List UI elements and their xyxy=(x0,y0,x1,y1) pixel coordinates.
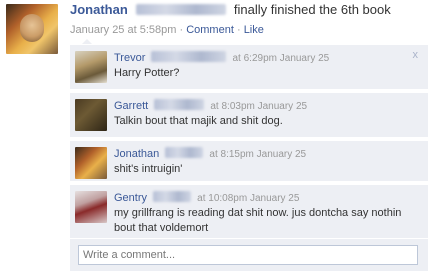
like-link[interactable]: Like xyxy=(244,24,264,36)
redacted-surname xyxy=(151,51,227,62)
post-author-avatar[interactable] xyxy=(6,4,58,54)
post-timestamp: January 25 at 5:58pm xyxy=(70,24,177,36)
meta-separator: · xyxy=(236,24,241,36)
remove-comment-icon[interactable]: x xyxy=(413,49,419,61)
comment-text: Talkin bout that majik and shit dog. xyxy=(114,115,283,127)
comment-item: Garrett at 8:03pm January 25 Talkin bout… xyxy=(70,92,428,137)
write-comment-input[interactable]: Write a comment... xyxy=(78,245,418,265)
commenter-avatar[interactable] xyxy=(75,51,107,83)
commenter-name[interactable]: Gentry xyxy=(114,192,147,204)
comment-timestamp: at 6:29pm January 25 xyxy=(232,53,330,64)
comment-item: Gentry at 10:08pm January 25 my grillfra… xyxy=(70,184,428,239)
comment-text: Harry Potter? xyxy=(114,67,180,79)
comment-timestamp: at 8:15pm January 25 xyxy=(209,149,307,160)
post-meta: January 25 at 5:58pm · Comment · Like xyxy=(70,24,264,36)
commenter-name[interactable]: Jonathan xyxy=(114,148,159,160)
comment-text: my grillfrang is reading dat shit now. j… xyxy=(114,207,402,234)
comment-text: shit's intruigin' xyxy=(114,163,183,175)
commenter-avatar[interactable] xyxy=(75,99,107,131)
comment-timestamp: at 10:08pm January 25 xyxy=(197,193,300,204)
redacted-surname xyxy=(153,191,192,202)
comment-item: Trevor at 6:29pm January 25 Harry Potter… xyxy=(70,44,428,89)
comment-composer-row: Write a comment... xyxy=(70,238,428,271)
comment-timestamp: at 8:03pm January 25 xyxy=(210,101,308,112)
comment-item: Jonathan at 8:15pm January 25 shit's int… xyxy=(70,140,428,181)
post-text: finally finished the 6th book xyxy=(233,2,391,17)
meta-separator: · xyxy=(179,24,184,36)
redacted-surname xyxy=(154,99,205,110)
redacted-surname xyxy=(135,4,226,15)
commenter-avatar[interactable] xyxy=(75,191,107,223)
comment-link[interactable]: Comment xyxy=(186,24,234,36)
commenter-avatar[interactable] xyxy=(75,147,107,179)
commenter-name[interactable]: Trevor xyxy=(114,52,145,64)
commenter-name[interactable]: Garrett xyxy=(114,100,148,112)
post-author-name[interactable]: Jonathan xyxy=(70,2,128,17)
redacted-surname xyxy=(165,147,204,158)
post-header: Jonathan finally finished the 6th book xyxy=(70,2,430,17)
